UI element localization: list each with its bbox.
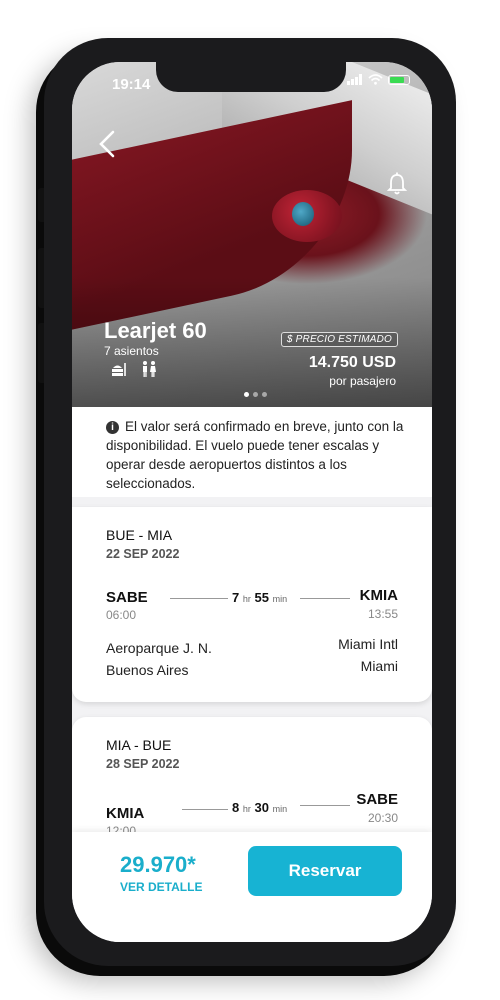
booking-footer: 29.970* VER DETALLE Reservar (72, 832, 432, 942)
flight-leg-card[interactable]: BUE - MIA 22 SEP 2022 SABE 06:00 7 hr 55… (72, 507, 432, 702)
arrival-time: 20:30 (367, 811, 398, 825)
signal-icon (347, 74, 362, 85)
mute-switch (38, 188, 44, 222)
estimated-price-badge: $ PRECIO ESTIMADO (280, 332, 398, 347)
app-screen: 19:14 Learjet 60 7 asientos $ PRECIO EST… (72, 62, 432, 942)
duration-line-right (300, 805, 350, 806)
carousel-dot[interactable] (262, 392, 267, 397)
seats-count: 7 asientos (104, 344, 159, 358)
view-detail-link[interactable]: VER DETALLE (120, 880, 202, 894)
catering-icon (112, 363, 126, 376)
arrival-time: 13:55 (367, 607, 398, 621)
notice-text: El valor será confirmado en breve, junto… (106, 419, 404, 491)
destination-code: SABE (356, 791, 398, 808)
destination-airport-name: Miami Intl (338, 636, 398, 652)
duration-line-right (300, 598, 350, 599)
flight-duration: 7 hr 55 min (232, 590, 288, 605)
destination-code: KMIA (359, 587, 398, 604)
origin-city: Buenos Aires (106, 662, 189, 678)
leg-date: 28 SEP 2022 (106, 757, 180, 771)
restroom-icon (143, 361, 156, 377)
carousel-dot[interactable] (253, 392, 258, 397)
battery-icon (388, 74, 410, 85)
flight-duration: 8 hr 30 min (232, 800, 288, 815)
carousel-indicator[interactable] (244, 392, 267, 397)
volume-down-button (38, 323, 44, 383)
leg-route: BUE - MIA (106, 527, 173, 543)
duration-line-left (182, 809, 228, 810)
origin-code: SABE (106, 589, 148, 606)
origin-code: KMIA (106, 805, 145, 822)
chevron-left-icon (99, 130, 115, 158)
bell-icon (386, 172, 408, 195)
origin-airport-name: Aeroparque J. N. (106, 640, 212, 656)
price-per-passenger: 14.750 USD (308, 354, 396, 371)
aircraft-photo: 19:14 Learjet 60 7 asientos $ PRECIO EST… (72, 62, 432, 407)
volume-up-button (38, 248, 44, 308)
amenities (110, 360, 158, 378)
notifications-button[interactable] (386, 172, 408, 196)
destination-city: Miami (360, 658, 398, 674)
notch (156, 62, 346, 92)
leg-date: 22 SEP 2022 (106, 547, 180, 561)
phone-frame: 19:14 Learjet 60 7 asientos $ PRECIO EST… (38, 38, 456, 966)
price-note: por pasajero (329, 374, 396, 388)
total-price: 29.970* (120, 852, 196, 877)
origin-airport: Aeroparque J. N. Buenos Aires (106, 637, 212, 681)
departure-time: 06:00 (106, 608, 137, 622)
info-notice: i El valor será confirmado en breve, junt… (72, 407, 432, 497)
duration-line-left (170, 598, 228, 599)
reserve-button[interactable]: Reservar (248, 846, 402, 896)
status-time: 19:14 (112, 76, 151, 93)
carousel-dot-active[interactable] (244, 392, 249, 397)
leg-route: MIA - BUE (106, 737, 172, 753)
wifi-icon (368, 74, 383, 85)
status-icons (347, 74, 410, 85)
info-icon: i (106, 421, 119, 434)
back-button[interactable] (98, 130, 116, 164)
aircraft-name: Learjet 60 (104, 318, 207, 343)
destination-airport: Miami Intl Miami (338, 633, 398, 677)
